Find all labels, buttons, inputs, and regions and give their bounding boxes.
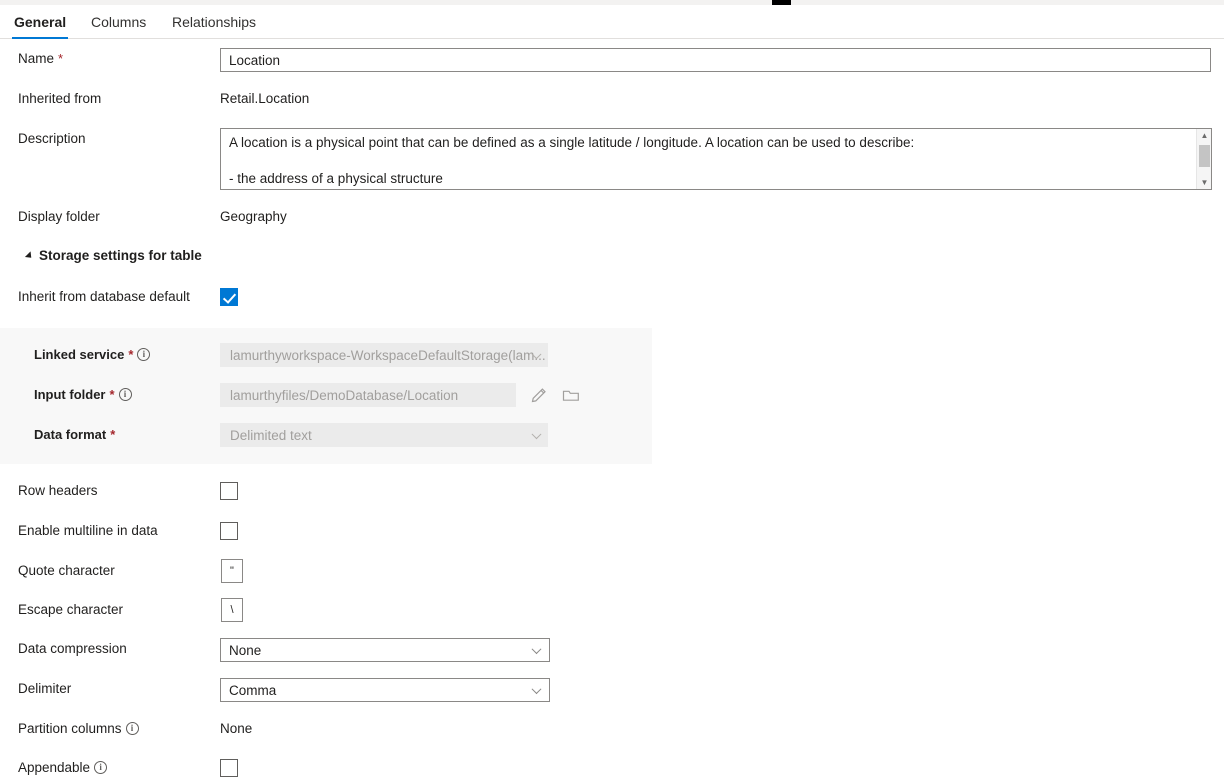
chevron-down-icon — [532, 684, 542, 694]
row-headers-checkbox[interactable] — [220, 482, 238, 500]
storage-settings-section-header[interactable]: Storage settings for table — [27, 248, 202, 263]
data-compression-value: None — [229, 643, 261, 658]
delimiter-dropdown[interactable]: Comma — [220, 678, 550, 702]
inherited-from-value: Retail.Location — [220, 91, 309, 106]
pencil-icon[interactable] — [529, 385, 549, 405]
data-compression-dropdown[interactable]: None — [220, 638, 550, 662]
chevron-down-icon — [532, 429, 542, 439]
escape-character-label: Escape character — [18, 602, 123, 617]
partition-columns-value: None — [220, 721, 252, 736]
tab-columns[interactable]: Columns — [89, 5, 148, 39]
description-label: Description — [18, 131, 86, 146]
appendable-checkbox[interactable] — [220, 759, 238, 777]
quote-character-label: Quote character — [18, 563, 115, 578]
chevron-down-icon — [532, 644, 542, 654]
tab-relationships[interactable]: Relationships — [170, 5, 258, 39]
inherit-from-database-default-checkbox[interactable] — [220, 288, 238, 306]
tab-general[interactable]: General — [12, 5, 68, 39]
input-folder-label: Input folder * i — [34, 387, 132, 402]
data-format-dropdown: Delimited text — [220, 423, 548, 447]
collapse-triangle-icon — [25, 251, 34, 260]
enable-multiline-label-text: Enable multiline in data — [18, 523, 158, 538]
escape-character-label-text: Escape character — [18, 602, 123, 617]
delimiter-label: Delimiter — [18, 681, 71, 696]
linked-service-label: Linked service * i — [34, 347, 150, 362]
scroll-up-arrow-icon[interactable]: ▲ — [1197, 129, 1212, 142]
table-properties-panel: General Columns Relationships Name * Inh… — [0, 0, 1224, 780]
display-folder-label-text: Display folder — [18, 209, 100, 224]
row-headers-label: Row headers — [18, 483, 98, 498]
enable-multiline-checkbox[interactable] — [220, 522, 238, 540]
description-scrollbar[interactable]: ▲ ▼ — [1196, 129, 1211, 189]
input-folder-field: lamurthyfiles/DemoDatabase/Location — [220, 383, 516, 407]
inherited-from-label-text: Inherited from — [18, 91, 101, 106]
row-headers-label-text: Row headers — [18, 483, 98, 498]
input-folder-label-text: Input folder — [34, 387, 106, 402]
linked-service-required-asterisk: * — [128, 347, 133, 362]
name-input[interactable] — [220, 48, 1211, 72]
tab-bar: General Columns Relationships — [0, 5, 1224, 39]
description-label-text: Description — [18, 131, 86, 146]
info-icon[interactable]: i — [137, 348, 150, 361]
data-format-required-asterisk: * — [110, 427, 115, 442]
data-compression-label-text: Data compression — [18, 641, 127, 656]
tab-general-label: General — [14, 14, 66, 30]
data-format-label: Data format * — [34, 427, 115, 442]
inherited-from-label: Inherited from — [18, 91, 101, 106]
description-text: A location is a physical point that can … — [229, 134, 1191, 190]
tab-selected-underline — [12, 37, 68, 39]
tab-columns-label: Columns — [91, 14, 146, 30]
appendable-label-text: Appendable — [18, 760, 90, 775]
inherit-default-label: Inherit from database default — [18, 289, 190, 304]
delimiter-value: Comma — [229, 683, 276, 698]
name-required-asterisk: * — [58, 51, 63, 66]
quote-character-input[interactable] — [221, 559, 243, 583]
folder-icon[interactable] — [561, 385, 581, 405]
info-icon[interactable]: i — [119, 388, 132, 401]
input-folder-value: lamurthyfiles/DemoDatabase/Location — [230, 388, 458, 403]
linked-service-dropdown: lamurthyworkspace-WorkspaceDefaultStorag… — [220, 343, 548, 367]
tab-relationships-label: Relationships — [172, 14, 256, 30]
partition-columns-label: Partition columns i — [18, 721, 139, 736]
description-textarea[interactable]: A location is a physical point that can … — [220, 128, 1212, 190]
display-folder-value: Geography — [220, 209, 287, 224]
display-folder-label: Display folder — [18, 209, 100, 224]
appendable-label: Appendable i — [18, 760, 107, 775]
quote-character-label-text: Quote character — [18, 563, 115, 578]
inherit-default-label-text: Inherit from database default — [18, 289, 190, 304]
partition-columns-label-text: Partition columns — [18, 721, 122, 736]
scrollbar-thumb[interactable] — [1199, 145, 1210, 167]
enable-multiline-label: Enable multiline in data — [18, 523, 158, 538]
data-format-label-text: Data format — [34, 427, 106, 442]
linked-service-label-text: Linked service — [34, 347, 124, 362]
input-folder-required-asterisk: * — [110, 387, 115, 402]
scroll-down-arrow-icon[interactable]: ▼ — [1197, 176, 1212, 189]
storage-settings-header-text: Storage settings for table — [39, 248, 202, 263]
info-icon[interactable]: i — [126, 722, 139, 735]
data-format-value: Delimited text — [230, 428, 312, 443]
name-label-text: Name — [18, 51, 54, 66]
name-label: Name * — [18, 51, 63, 66]
data-compression-label: Data compression — [18, 641, 127, 656]
delimiter-label-text: Delimiter — [18, 681, 71, 696]
info-icon[interactable]: i — [94, 761, 107, 774]
linked-service-value: lamurthyworkspace-WorkspaceDefaultStorag… — [230, 348, 546, 363]
escape-character-input[interactable] — [221, 598, 243, 622]
